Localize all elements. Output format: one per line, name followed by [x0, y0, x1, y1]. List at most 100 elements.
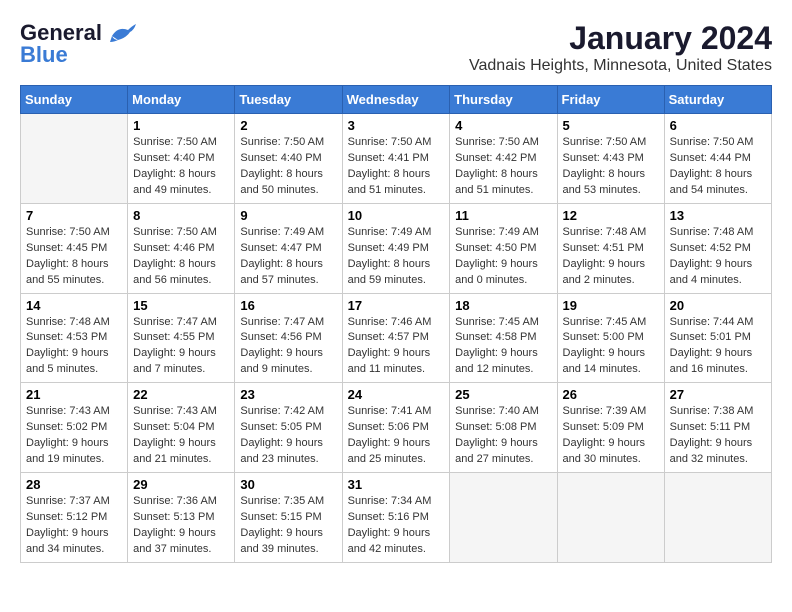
day-number: 17: [348, 298, 445, 313]
weekday-header-monday: Monday: [128, 86, 235, 114]
day-info: Sunrise: 7:50 AMSunset: 4:42 PMDaylight:…: [455, 135, 551, 199]
calendar-cell: 26Sunrise: 7:39 AMSunset: 5:09 PMDayligh…: [557, 383, 664, 473]
day-number: 22: [133, 387, 229, 402]
day-info: Sunrise: 7:37 AMSunset: 5:12 PMDaylight:…: [26, 494, 122, 558]
calendar-week-4: 21 Sunrise: 7:43 AMSunset: 5:02 PMDayligh…: [21, 383, 772, 473]
day-info: Sunrise: 7:50 AMSunset: 4:44 PMDaylight:…: [670, 135, 766, 199]
calendar-cell: 10 Sunrise: 7:49 AMSunset: 4:49 PMDayligh…: [342, 203, 450, 293]
weekday-header-wednesday: Wednesday: [342, 86, 450, 114]
day-info: Sunrise: 7:46 AMSunset: 4:57 PMDaylight:…: [348, 315, 445, 379]
calendar-week-2: 7Sunrise: 7:50 AMSunset: 4:45 PMDaylight…: [21, 203, 772, 293]
day-info: Sunrise: 7:34 AMSunset: 5:16 PMDaylight:…: [348, 494, 445, 558]
weekday-header-tuesday: Tuesday: [235, 86, 342, 114]
calendar-cell: [557, 473, 664, 563]
day-info: Sunrise: 7:50 AMSunset: 4:40 PMDaylight:…: [240, 135, 336, 199]
calendar-cell: 6 Sunrise: 7:50 AMSunset: 4:44 PMDaylight…: [664, 114, 771, 204]
calendar-cell: 2 Sunrise: 7:50 AMSunset: 4:40 PMDaylight…: [235, 114, 342, 204]
calendar-cell: 19 Sunrise: 7:45 AMSunset: 5:00 PMDayligh…: [557, 293, 664, 383]
day-number: 28: [26, 477, 122, 492]
calendar-cell: [664, 473, 771, 563]
day-info: Sunrise: 7:48 AMSunset: 4:51 PMDaylight:…: [563, 225, 659, 289]
calendar-week-1: 1 Sunrise: 7:50 AMSunset: 4:40 PMDaylight…: [21, 114, 772, 204]
day-info: Sunrise: 7:50 AMSunset: 4:40 PMDaylight:…: [133, 135, 229, 199]
calendar-week-5: 28 Sunrise: 7:37 AMSunset: 5:12 PMDayligh…: [21, 473, 772, 563]
day-number: 19: [563, 298, 659, 313]
day-info: Sunrise: 7:49 AMSunset: 4:47 PMDaylight:…: [240, 225, 336, 289]
weekday-header-row: SundayMondayTuesdayWednesdayThursdayFrid…: [21, 86, 772, 114]
day-info: Sunrise: 7:48 AMSunset: 4:52 PMDaylight:…: [670, 225, 766, 289]
day-info: Sunrise: 7:43 AMSunset: 5:02 PMDaylight:…: [26, 404, 122, 468]
day-number: 21: [26, 387, 122, 402]
day-info: Sunrise: 7:48 AMSunset: 4:53 PMDaylight:…: [26, 315, 122, 379]
calendar-cell: [21, 114, 128, 204]
day-info: Sunrise: 7:50 AMSunset: 4:46 PMDaylight:…: [133, 225, 229, 289]
calendar-cell: 25 Sunrise: 7:40 AMSunset: 5:08 PMDayligh…: [450, 383, 557, 473]
calendar-cell: 30 Sunrise: 7:35 AMSunset: 5:15 PMDayligh…: [235, 473, 342, 563]
day-number: 9: [240, 208, 336, 223]
day-info: Sunrise: 7:35 AMSunset: 5:15 PMDaylight:…: [240, 494, 336, 558]
day-info: Sunrise: 7:39 AMSunset: 5:09 PMDaylight:…: [563, 404, 659, 468]
day-info: Sunrise: 7:45 AMSunset: 5:00 PMDaylight:…: [563, 315, 659, 379]
day-number: 29: [133, 477, 229, 492]
day-info: Sunrise: 7:38 AMSunset: 5:11 PMDaylight:…: [670, 404, 766, 468]
day-number: 31: [348, 477, 445, 492]
day-number: 4: [455, 118, 551, 133]
day-number: 13: [670, 208, 766, 223]
day-info: Sunrise: 7:47 AMSunset: 4:56 PMDaylight:…: [240, 315, 336, 379]
day-info: Sunrise: 7:40 AMSunset: 5:08 PMDaylight:…: [455, 404, 551, 468]
day-number: 25: [455, 387, 551, 402]
calendar-cell: 27 Sunrise: 7:38 AMSunset: 5:11 PMDayligh…: [664, 383, 771, 473]
day-number: 6: [670, 118, 766, 133]
day-number: 30: [240, 477, 336, 492]
weekday-header-sunday: Sunday: [21, 86, 128, 114]
weekday-header-thursday: Thursday: [450, 86, 557, 114]
day-number: 2: [240, 118, 336, 133]
day-number: 18: [455, 298, 551, 313]
month-title: January 2024: [469, 20, 772, 57]
day-info: Sunrise: 7:47 AMSunset: 4:55 PMDaylight:…: [133, 315, 229, 379]
day-info: Sunrise: 7:49 AMSunset: 4:49 PMDaylight:…: [348, 225, 445, 289]
calendar-cell: 24Sunrise: 7:41 AMSunset: 5:06 PMDayligh…: [342, 383, 450, 473]
title-block: January 2024 Vadnais Heights, Minnesota,…: [469, 20, 772, 75]
calendar-cell: [450, 473, 557, 563]
calendar-cell: 11Sunrise: 7:49 AMSunset: 4:50 PMDayligh…: [450, 203, 557, 293]
day-info: Sunrise: 7:50 AMSunset: 4:41 PMDaylight:…: [348, 135, 445, 199]
day-number: 27: [670, 387, 766, 402]
day-number: 12: [563, 208, 659, 223]
calendar-cell: 21 Sunrise: 7:43 AMSunset: 5:02 PMDayligh…: [21, 383, 128, 473]
calendar-cell: 1 Sunrise: 7:50 AMSunset: 4:40 PMDaylight…: [128, 114, 235, 204]
calendar-cell: 29 Sunrise: 7:36 AMSunset: 5:13 PMDayligh…: [128, 473, 235, 563]
calendar-cell: 22 Sunrise: 7:43 AMSunset: 5:04 PMDayligh…: [128, 383, 235, 473]
calendar-cell: 7Sunrise: 7:50 AMSunset: 4:45 PMDaylight…: [21, 203, 128, 293]
calendar-cell: 9 Sunrise: 7:49 AMSunset: 4:47 PMDaylight…: [235, 203, 342, 293]
day-number: 11: [455, 208, 551, 223]
day-info: Sunrise: 7:43 AMSunset: 5:04 PMDaylight:…: [133, 404, 229, 468]
day-number: 16: [240, 298, 336, 313]
page-header: General Blue January 2024 Vadnais Height…: [20, 20, 772, 75]
calendar-cell: 15 Sunrise: 7:47 AMSunset: 4:55 PMDayligh…: [128, 293, 235, 383]
calendar-cell: 20Sunrise: 7:44 AMSunset: 5:01 PMDayligh…: [664, 293, 771, 383]
day-info: Sunrise: 7:42 AMSunset: 5:05 PMDaylight:…: [240, 404, 336, 468]
calendar-cell: 13 Sunrise: 7:48 AMSunset: 4:52 PMDayligh…: [664, 203, 771, 293]
day-info: Sunrise: 7:44 AMSunset: 5:01 PMDaylight:…: [670, 315, 766, 379]
location: Vadnais Heights, Minnesota, United State…: [469, 57, 772, 75]
day-number: 1: [133, 118, 229, 133]
day-number: 14: [26, 298, 122, 313]
calendar-cell: 17 Sunrise: 7:46 AMSunset: 4:57 PMDayligh…: [342, 293, 450, 383]
calendar-cell: 4 Sunrise: 7:50 AMSunset: 4:42 PMDaylight…: [450, 114, 557, 204]
calendar-cell: 31 Sunrise: 7:34 AMSunset: 5:16 PMDayligh…: [342, 473, 450, 563]
day-number: 15: [133, 298, 229, 313]
day-info: Sunrise: 7:50 AMSunset: 4:45 PMDaylight:…: [26, 225, 122, 289]
day-number: 10: [348, 208, 445, 223]
logo: General Blue: [20, 20, 136, 68]
day-info: Sunrise: 7:36 AMSunset: 5:13 PMDaylight:…: [133, 494, 229, 558]
day-number: 5: [563, 118, 659, 133]
weekday-header-saturday: Saturday: [664, 86, 771, 114]
day-number: 3: [348, 118, 445, 133]
calendar-cell: 16 Sunrise: 7:47 AMSunset: 4:56 PMDayligh…: [235, 293, 342, 383]
calendar-cell: 28 Sunrise: 7:37 AMSunset: 5:12 PMDayligh…: [21, 473, 128, 563]
day-number: 23: [240, 387, 336, 402]
weekday-header-friday: Friday: [557, 86, 664, 114]
logo-bird-icon: [108, 22, 136, 44]
day-info: Sunrise: 7:45 AMSunset: 4:58 PMDaylight:…: [455, 315, 551, 379]
